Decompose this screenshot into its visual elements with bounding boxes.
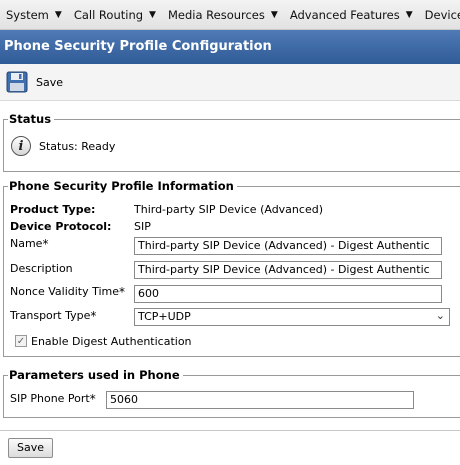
nonce-validity-label: Nonce Validity Time* [10, 285, 125, 299]
profile-info-legend: Phone Security Profile Information [8, 179, 237, 193]
transport-type-select[interactable]: TCP+UDP ⌄ [134, 308, 450, 326]
chevron-down-icon: ▼ [405, 9, 413, 20]
digest-auth-label: Enable Digest Authentication [31, 335, 192, 348]
required-mark: * [90, 309, 97, 323]
menu-system[interactable]: System ▼ [0, 0, 68, 29]
nonce-validity-label-text: Nonce Validity Time [10, 285, 120, 298]
menu-media-resources[interactable]: Media Resources ▼ [162, 0, 284, 29]
product-type-value: Third-party SIP Device (Advanced) [134, 203, 323, 216]
menu-advanced-features[interactable]: Advanced Features ▼ [284, 0, 419, 29]
params-legend: Parameters used in Phone [8, 368, 183, 382]
required-mark: * [42, 237, 49, 251]
sip-port-input[interactable]: 5060 [106, 391, 414, 409]
menu-call-routing[interactable]: Call Routing ▼ [68, 0, 162, 29]
menu-advanced-features-label: Advanced Features [289, 7, 400, 22]
sip-port-label-text: SIP Phone Port [10, 392, 90, 405]
menu-device[interactable]: Device▼ [419, 0, 460, 29]
menu-device-label: Device [424, 7, 460, 22]
name-input[interactable]: Third-party SIP Device (Advanced) - Dige… [134, 237, 442, 255]
footer-save-button[interactable]: Save [8, 438, 54, 458]
description-label: Description [10, 262, 73, 275]
toolbar-save-label: Save [36, 75, 64, 89]
digest-auth-checkbox[interactable]: ✓ [15, 335, 27, 347]
menu-call-routing-label: Call Routing [73, 7, 144, 22]
chevron-down-icon: ▼ [270, 9, 278, 20]
status-group: Status i Status: Ready [3, 112, 460, 172]
params-group: Parameters used in Phone SIP Phone Port*… [3, 368, 460, 418]
name-label: Name* [10, 237, 48, 251]
top-menu-bar: System ▼ Call Routing ▼ Media Resources ▼ A… [0, 0, 460, 30]
chevron-down-icon: ▼ [54, 9, 62, 20]
menu-media-resources-label: Media Resources [167, 7, 265, 22]
sip-port-label: SIP Phone Port* [10, 392, 96, 406]
transport-type-value: TCP+UDP [138, 310, 191, 323]
info-icon: i [11, 136, 31, 156]
device-protocol-value: SIP [134, 220, 151, 233]
name-label-text: Name [10, 237, 43, 250]
toolbar-save-button[interactable]: Save [6, 71, 63, 93]
menu-system-label: System [6, 7, 49, 22]
status-text: Status: Ready [39, 140, 116, 153]
transport-type-label-text: Transport Type [10, 309, 91, 322]
device-protocol-label: Device Protocol: [10, 220, 112, 233]
transport-type-label: Transport Type* [10, 309, 96, 323]
profile-info-group: Phone Security Profile Information Produ… [3, 179, 460, 357]
chevron-down-icon: ⌄ [435, 309, 445, 322]
description-input[interactable]: Third-party SIP Device (Advanced) - Dige… [134, 261, 442, 279]
status-legend: Status [8, 112, 55, 126]
product-type-label: Product Type: [10, 203, 96, 216]
floppy-disk-icon [6, 71, 28, 93]
footer-divider [0, 430, 460, 431]
required-mark: * [119, 285, 126, 299]
chevron-down-icon: ▼ [149, 9, 156, 20]
nonce-validity-input[interactable]: 600 [134, 285, 442, 303]
page-title: Phone Security Profile Configuration [0, 30, 460, 64]
required-mark: * [89, 392, 96, 406]
toolbar: Save [0, 64, 460, 101]
